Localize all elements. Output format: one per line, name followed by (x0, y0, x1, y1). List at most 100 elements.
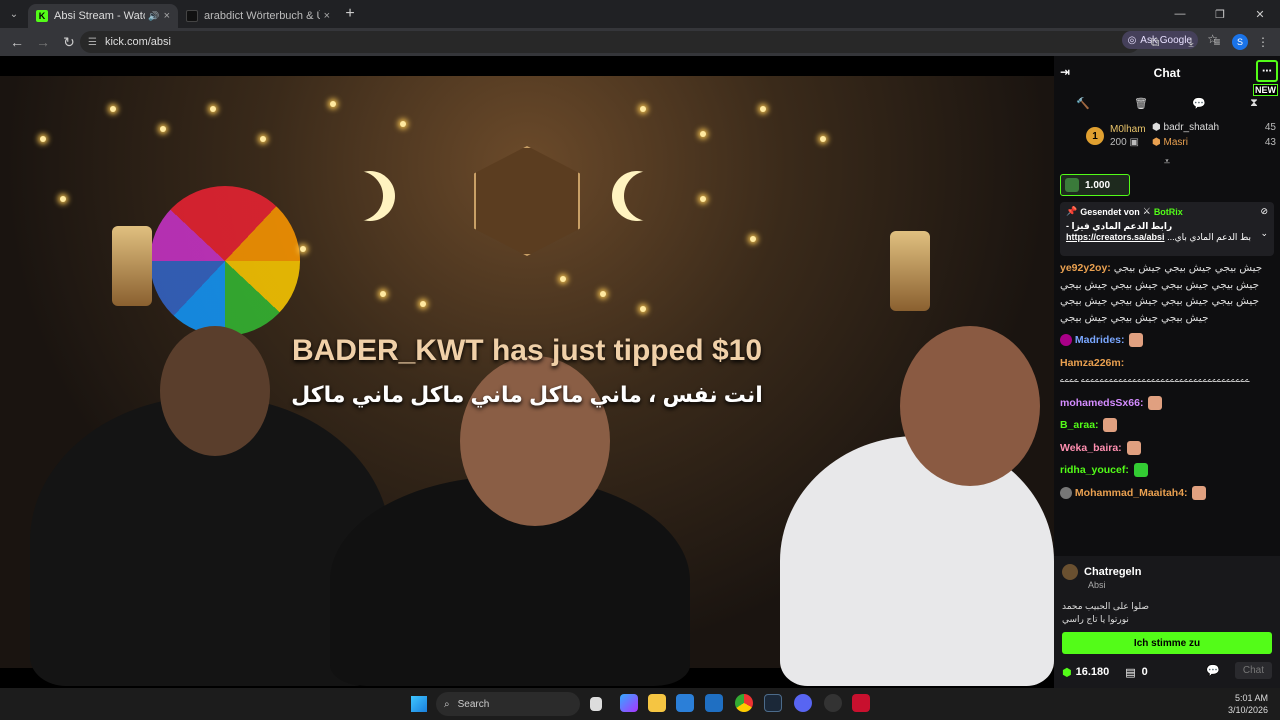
file-explorer-icon[interactable] (648, 694, 666, 712)
tab-absi-stream[interactable]: K Absi Stream - Watch Live on 🔊 × (28, 4, 178, 28)
sent-by-label: Gesendet von (1080, 206, 1140, 217)
new-badge: NEW (1253, 84, 1278, 96)
discord-icon[interactable] (794, 694, 812, 712)
gifter-name: badr_shatah (1163, 122, 1220, 133)
download-icon[interactable]: ⤓ (1180, 35, 1202, 50)
lantern-right (890, 231, 930, 311)
chat-text: ےےےےےےےےےےےےےےےےےےےےےےےےےےےےےےےےےےےے ےےے… (1060, 375, 1250, 384)
profile-avatar[interactable]: S (1232, 34, 1248, 50)
emote (1103, 418, 1118, 433)
chat-username[interactable]: B_araa: (1060, 419, 1099, 431)
tab-arabdict[interactable]: arabdict Wörterbuch & Überse × (178, 4, 338, 28)
gifter-count: 200 (1110, 137, 1127, 148)
clock-date: 3/10/2026 (1227, 705, 1268, 715)
chrome-icon[interactable] (735, 694, 753, 712)
rules-line: صلوا على الحبيب محمد (1062, 601, 1150, 611)
system-clock[interactable]: 5:01 AM 3/10/2026 (1228, 692, 1268, 716)
emote (1133, 463, 1148, 478)
gifter-name: Masri (1163, 137, 1188, 148)
chat-message: Hamza226m: ےےےےےےےےےےےےےےےےےےےےےےےےےےےےے… (1060, 355, 1274, 389)
top-gifters: 1 M0lham 200 ▣ ⬢ badr_shatah 45 ⬢ Masri 43 (1054, 116, 1280, 156)
unpin-icon[interactable]: ⊘ (1260, 206, 1268, 217)
rank-badge: 1 (1086, 127, 1104, 145)
pin-icon: 📌 (1066, 206, 1078, 216)
copilot-icon[interactable] (620, 694, 638, 712)
rules-title: Chatregeln (1084, 566, 1142, 578)
bot-badge-icon: ⚔ (1142, 206, 1151, 216)
eagle-logo (474, 146, 580, 256)
chat-username[interactable]: ridha_youcef: (1060, 464, 1129, 476)
more-options-icon[interactable]: ⋯ (1256, 60, 1278, 82)
agree-button[interactable]: Ich stimme zu (1062, 632, 1272, 654)
emote (1129, 333, 1144, 348)
gifter-name: M0lham (1110, 124, 1146, 135)
close-tab-icon[interactable]: × (164, 10, 170, 22)
address-bar[interactable]: ☰ kick.com/absi (80, 31, 1140, 53)
chat-username[interactable]: Weka_baira: (1060, 442, 1122, 454)
crescent-lamp (345, 171, 395, 221)
chat-message: Mohammad_Maaitah4: (1060, 485, 1274, 502)
chat-username[interactable]: Hamza226m: (1060, 357, 1124, 369)
mod-toolbar: 🔨 🗑 💬 ⧗ (1054, 90, 1280, 116)
rules-line: نورتوا يا تاج راسي (1062, 614, 1129, 624)
store-icon[interactable] (676, 694, 694, 712)
gifter-row[interactable]: ⬢ Masri 43 (1152, 135, 1276, 150)
close-tab-icon[interactable]: × (324, 10, 330, 22)
reload-icon[interactable]: ↻ (56, 34, 82, 51)
chat-username[interactable]: Madrides: (1075, 334, 1125, 346)
minimize-icon[interactable]: — (1160, 0, 1200, 28)
gifter-count: 43 (1264, 137, 1276, 148)
chat-username[interactable]: mohamedsSx66: (1060, 397, 1143, 409)
trash-icon[interactable]: 🗑 (1134, 97, 1148, 110)
gifter-row[interactable]: ⬢ badr_shatah 45 (1152, 120, 1276, 135)
gift-icon: ▣ (1129, 137, 1139, 148)
speaker-icon[interactable]: 🔊 (148, 11, 159, 22)
expand-pinned-icon[interactable]: ⌄ (1260, 228, 1268, 239)
rules-owner: Absi (1088, 580, 1106, 590)
site-info-icon[interactable]: ☰ (88, 37, 97, 48)
new-tab-button[interactable]: + (338, 5, 362, 23)
chat-bubble-icon[interactable]: 💬 (1192, 97, 1206, 110)
chat-username[interactable]: Mohammad_Maaitah4: (1075, 487, 1188, 499)
chat-header: ⇥ Chat ⋯ NEW (1054, 56, 1280, 96)
collapse-chat-icon[interactable]: ⇥ (1060, 65, 1070, 79)
obs-icon[interactable] (824, 694, 842, 712)
other-gifters: ⬢ badr_shatah 45 ⬢ Masri 43 (1152, 120, 1276, 150)
back-icon[interactable]: ← (4, 34, 30, 50)
pinned-message[interactable]: 📌 Gesendet von ⚔ BotRix رابط الدعم الماد… (1060, 202, 1274, 256)
clock-time: 5:01 AM (1234, 693, 1268, 703)
video-player[interactable]: BADER_KWT has just tipped $10 انت نفس ، … (0, 56, 1054, 688)
taskbar-search[interactable]: ⌕ Search (436, 692, 580, 716)
hourglass-icon[interactable]: ⧗ (1250, 97, 1258, 110)
hammer-icon[interactable]: 🔨 (1076, 97, 1090, 110)
extensions-icon[interactable]: ⧉ (1144, 35, 1166, 50)
restore-icon[interactable]: ❐ (1200, 0, 1240, 28)
media-icon[interactable]: ≡ (1206, 35, 1228, 49)
chat-username[interactable]: ye92y2oy: (1060, 262, 1111, 274)
windows-start-icon[interactable] (411, 696, 427, 712)
send-chat-button[interactable]: Chat (1234, 662, 1272, 679)
steam-icon[interactable] (764, 694, 782, 712)
expand-chevron-icon[interactable]: ⩡ (1054, 156, 1280, 168)
tip-message: انت نفس ، ماني ماكل ماني ماكل ماني ماكل (291, 382, 763, 407)
tab-search-button[interactable]: ⌄ (0, 0, 28, 28)
points-value[interactable]: 16.180 (1076, 666, 1110, 678)
lens-icon: ◎ (1127, 34, 1137, 46)
tab-title: arabdict Wörterbuch & Überse (204, 10, 320, 22)
drops-value[interactable]: 0 (1142, 666, 1148, 678)
emoji-icon[interactable]: 💬 (1206, 664, 1220, 677)
task-view-icon[interactable] (590, 697, 602, 711)
close-window-icon[interactable]: ✕ (1240, 0, 1280, 28)
outlook-icon[interactable] (705, 694, 723, 712)
top-gifter[interactable]: M0lham 200 ▣ (1110, 123, 1146, 149)
kicks-counter[interactable]: 1.000 (1060, 174, 1130, 196)
avatar (1060, 486, 1072, 499)
menu-icon[interactable]: ⋮ (1252, 35, 1274, 49)
arabdict-app-icon[interactable] (852, 694, 870, 712)
tab-strip: ⌄ K Absi Stream - Watch Live on 🔊 × arab… (0, 0, 1280, 28)
chat-message: mohamedsSx66: (1060, 395, 1274, 412)
forward-icon[interactable]: → (30, 34, 56, 50)
emote (1148, 395, 1163, 410)
pinned-text: رابط الدعم المادي فيزا - (1066, 221, 1173, 231)
pinned-link[interactable]: https://creators.sa/absi (1066, 232, 1165, 242)
